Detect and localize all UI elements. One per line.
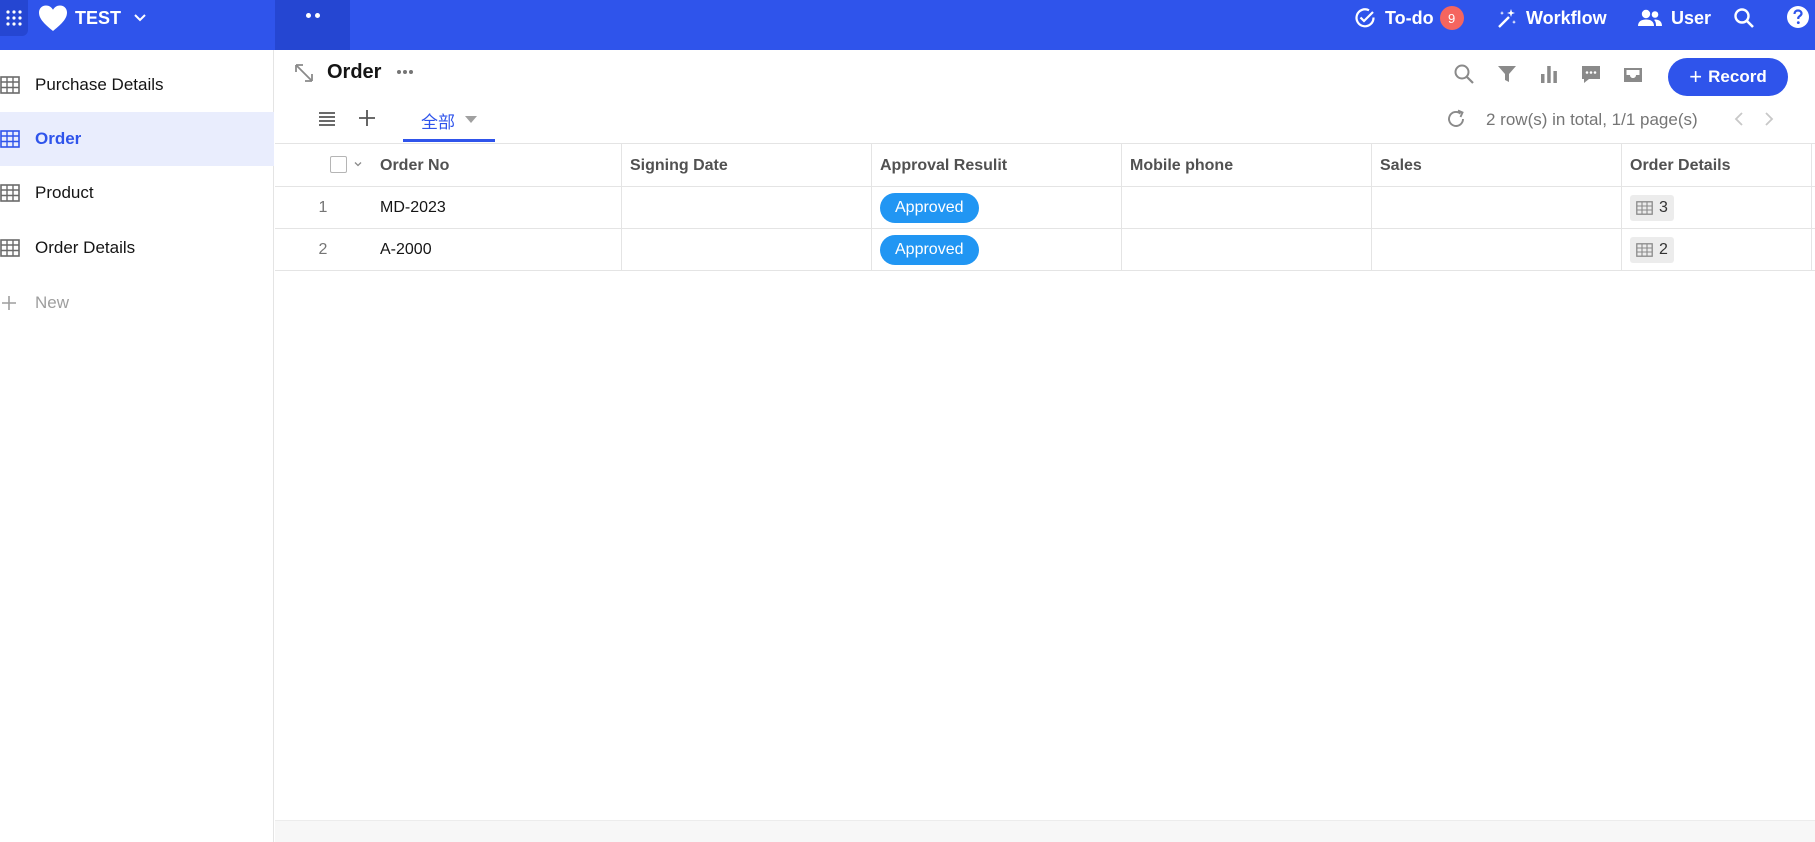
approved-status-badge: Approved	[880, 192, 979, 223]
apps-grid-button[interactable]	[0, 0, 28, 36]
column-header-signing-date[interactable]: Signing Date	[622, 144, 872, 187]
help-icon[interactable]	[1786, 5, 1810, 29]
table-row[interactable]: 1 MD-2023 Approved 3	[275, 187, 1815, 229]
sidebar-item-order-details[interactable]: Order Details	[0, 221, 274, 275]
add-view-icon[interactable]	[357, 108, 377, 128]
table-icon	[0, 76, 20, 94]
chevron-left-icon[interactable]	[1730, 110, 1748, 128]
table-icon	[0, 184, 20, 202]
chevron-down-icon[interactable]	[132, 9, 148, 25]
cell-mobile-phone[interactable]	[1122, 187, 1372, 228]
cell-order-no[interactable]: MD-2023	[372, 187, 622, 228]
workflow-button[interactable]: Workflow	[1496, 4, 1607, 32]
row-index: 1	[318, 198, 328, 216]
collapse-arrows-icon[interactable]	[293, 62, 315, 84]
apps-grid-icon	[6, 10, 22, 26]
users-icon	[1638, 9, 1662, 26]
user-button[interactable]: User	[1637, 4, 1711, 32]
plus-icon	[2, 296, 16, 310]
cell-signing-date[interactable]	[622, 187, 872, 228]
dot-icon	[305, 13, 311, 18]
related-records-count[interactable]: 3	[1630, 194, 1674, 221]
search-icon[interactable]	[1732, 6, 1756, 30]
approved-status-badge: Approved	[880, 234, 979, 265]
column-header-sales[interactable]: Sales	[1372, 144, 1622, 187]
refresh-icon[interactable]	[1445, 108, 1467, 130]
sidebar-item-label: Order Details	[35, 238, 136, 257]
table-icon	[0, 130, 20, 148]
sidebar-item-product[interactable]: Product	[0, 166, 274, 220]
app-menu-button[interactable]	[275, 0, 350, 50]
related-count-value: 2	[1659, 240, 1668, 258]
related-count-value: 3	[1659, 198, 1668, 216]
app-name[interactable]: TEST	[75, 8, 121, 29]
cell-sales[interactable]	[1372, 187, 1622, 228]
sidebar: Purchase Details Order Product Order Det…	[0, 50, 274, 842]
user-label: User	[1671, 7, 1712, 28]
cell-mobile-phone[interactable]	[1122, 229, 1372, 270]
caret-down-icon[interactable]	[465, 116, 477, 123]
chevron-down-icon[interactable]	[353, 159, 363, 169]
top-navigation-bar: TEST To-do 9 Workflow User	[0, 0, 1815, 50]
sidebar-item-label: Product	[35, 183, 94, 202]
heart-logo-icon	[39, 5, 67, 31]
inbox-icon[interactable]	[1621, 62, 1645, 86]
table-row[interactable]: 2 A-2000 Approved 2	[275, 229, 1815, 271]
check-circle-icon	[1355, 8, 1375, 28]
more-dots-icon[interactable]	[395, 66, 415, 78]
view-list-icon[interactable]	[317, 109, 337, 129]
view-tab-all[interactable]: 全部	[403, 106, 495, 142]
sidebar-new-button[interactable]: New	[0, 276, 274, 330]
cell-approval-result[interactable]: Approved	[872, 187, 1122, 228]
add-record-label: Record	[1708, 67, 1767, 86]
column-header-order-details[interactable]: Order Details	[1622, 144, 1812, 187]
table-icon	[1636, 200, 1653, 215]
todo-label: To-do	[1385, 7, 1434, 28]
sidebar-new-label: New	[35, 293, 70, 312]
view-tab-label: 全部	[421, 113, 455, 132]
index-header	[275, 144, 317, 187]
todo-button[interactable]: To-do 9	[1353, 4, 1464, 32]
select-all-checkbox[interactable]	[330, 156, 347, 173]
search-icon[interactable]	[1452, 62, 1476, 86]
comment-icon[interactable]	[1579, 62, 1603, 86]
sidebar-item-order[interactable]: Order	[0, 112, 274, 166]
plus-icon: +	[1689, 64, 1703, 89]
table-footer-bar	[275, 820, 1815, 842]
main-content: Order + Record 全部 2 row(s) in total, 1/1…	[275, 50, 1815, 842]
filter-icon[interactable]	[1495, 62, 1519, 86]
column-header-order-no[interactable]: Order No	[372, 144, 622, 187]
table-icon	[0, 239, 20, 257]
cell-order-details[interactable]: 2	[1622, 229, 1812, 270]
cell-order-no[interactable]: A-2000	[372, 229, 622, 270]
cell-signing-date[interactable]	[622, 229, 872, 270]
cell-approval-result[interactable]: Approved	[872, 229, 1122, 270]
column-header-approval-result[interactable]: Approval Resulit	[872, 144, 1122, 187]
magic-wand-icon	[1498, 9, 1516, 28]
chevron-right-icon[interactable]	[1760, 110, 1778, 128]
workflow-label: Workflow	[1526, 7, 1607, 28]
sidebar-item-label: Order	[35, 129, 82, 148]
bar-chart-icon[interactable]	[1537, 62, 1561, 86]
table-header-row: Order No Signing Date Approval Resulit M…	[275, 143, 1815, 187]
page-title: Order	[327, 61, 382, 83]
cell-sales[interactable]	[1372, 229, 1622, 270]
sidebar-item-purchase-details[interactable]: Purchase Details	[0, 58, 274, 112]
sidebar-item-label: Purchase Details	[35, 75, 164, 94]
related-records-count[interactable]: 2	[1630, 236, 1674, 263]
row-count-info: 2 row(s) in total, 1/1 page(s)	[1486, 110, 1698, 129]
add-record-button[interactable]: + Record	[1668, 58, 1788, 96]
table-icon	[1636, 242, 1653, 257]
cell-order-details[interactable]: 3	[1622, 187, 1812, 228]
row-index: 2	[318, 240, 328, 258]
todo-count-badge: 9	[1439, 6, 1464, 30]
dot-icon	[314, 13, 320, 18]
column-header-mobile-phone[interactable]: Mobile phone	[1122, 144, 1372, 187]
